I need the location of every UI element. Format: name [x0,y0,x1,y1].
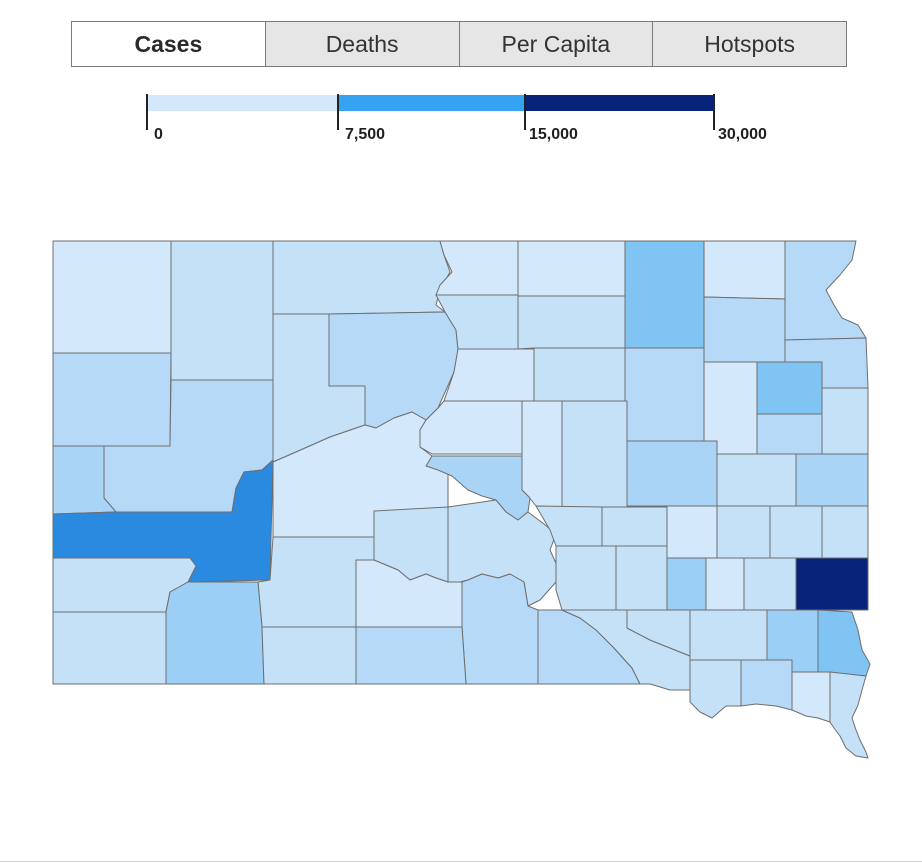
county[interactable] [52,611,167,685]
county[interactable] [521,400,563,508]
county[interactable] [52,240,172,354]
county[interactable] [703,296,786,363]
county[interactable] [829,671,869,759]
county[interactable] [795,453,869,507]
county[interactable] [821,387,869,455]
county[interactable] [769,505,823,559]
county[interactable] [716,505,771,559]
county[interactable] [756,361,823,415]
county[interactable] [165,581,265,685]
county[interactable] [517,295,626,350]
county[interactable] [703,361,758,455]
county[interactable] [615,545,668,611]
county[interactable] [756,413,823,455]
county[interactable] [791,671,831,723]
county[interactable] [624,240,705,349]
county[interactable] [170,240,274,381]
county[interactable] [52,352,172,447]
county[interactable] [689,659,742,719]
county[interactable] [443,348,535,402]
county[interactable] [784,240,867,341]
county[interactable] [666,505,718,559]
county[interactable] [743,557,797,611]
county[interactable] [817,609,871,677]
county[interactable] [795,557,869,611]
county[interactable] [561,400,628,508]
county[interactable] [261,626,357,685]
county[interactable] [740,659,793,711]
bottom-divider [0,861,922,862]
county[interactable] [666,557,707,611]
county[interactable] [716,453,797,507]
county[interactable] [517,240,626,297]
county[interactable] [703,240,786,300]
county[interactable] [705,557,745,611]
county[interactable] [555,545,617,611]
county[interactable] [689,609,768,661]
county[interactable] [624,347,705,442]
county-map [52,240,871,759]
county[interactable] [821,505,869,559]
county[interactable] [355,626,467,685]
county[interactable] [601,506,668,547]
county[interactable] [272,240,451,315]
county[interactable] [626,440,718,507]
county[interactable] [533,347,626,402]
